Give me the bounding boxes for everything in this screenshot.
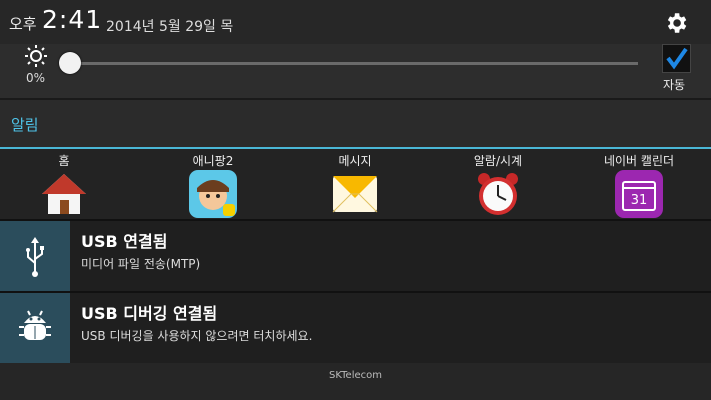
app-label: 애니팡2 (192, 154, 234, 168)
app-shortcut-messages[interactable]: 메시지 (295, 149, 415, 219)
app-shortcut-naver-calendar[interactable]: 네이버 캘린더 31 (579, 149, 699, 219)
message-icon (332, 176, 378, 213)
alerts-label: 알림 (11, 116, 39, 134)
notification-usb-connected[interactable]: USB 연결됨 미디어 파일 전송(MTP) (0, 221, 711, 291)
notification-subtitle: USB 디버깅을 사용하지 않으려면 터치하세요. (81, 329, 313, 343)
alarm-clock-icon (478, 173, 518, 215)
notification-title: USB 연결됨 (81, 232, 168, 251)
date-label: 2014년 5월 29일 목 (106, 19, 234, 35)
notification-icon-box (0, 221, 70, 291)
debug-bug-icon (19, 310, 51, 340)
notification-subtitle: 미디어 파일 전송(MTP) (81, 257, 201, 271)
brightness-sun-icon (25, 45, 47, 67)
brightness-slider-thumb[interactable] (59, 52, 81, 74)
home-icon (42, 174, 86, 214)
settings-gear-icon[interactable] (663, 10, 689, 36)
auto-brightness-checkbox[interactable] (662, 44, 691, 73)
notification-usb-debugging[interactable]: USB 디버깅 연결됨 USB 디버깅을 사용하지 않으려면 터치하세요. (0, 293, 711, 363)
notification-title: USB 디버깅 연결됨 (81, 304, 218, 323)
brightness-slider-track[interactable] (70, 62, 638, 65)
usb-icon (26, 237, 44, 277)
calendar-day: 31 (631, 193, 648, 208)
checkmark-icon (666, 47, 688, 70)
app-shortcut-alarm-clock[interactable]: 알람/시계 (438, 149, 558, 219)
brightness-percent: 0% (26, 71, 46, 85)
notification-icon-box (0, 293, 70, 363)
auto-brightness-label: 자동 (663, 78, 686, 92)
anipang-icon (189, 170, 237, 218)
app-label: 알람/시계 (473, 154, 523, 168)
status-header: 오후 2:41 2014년 5월 29일 목 (0, 0, 711, 44)
app-label: 홈 (58, 154, 70, 168)
app-shortcut-anipang2[interactable]: 애니팡2 (153, 149, 273, 219)
app-shortcut-home[interactable]: 홈 (4, 149, 124, 219)
brightness-bar: 0% 자동 (0, 44, 711, 100)
alerts-section-header: 알림 (0, 100, 711, 149)
clock-time: 2:41 (42, 5, 103, 34)
app-label: 네이버 캘린더 (603, 154, 675, 168)
app-label: 메시지 (338, 154, 372, 168)
calendar-icon: 31 (615, 170, 663, 218)
ampm-label: 오후 (9, 15, 37, 33)
carrier-label: SKTelecom (329, 370, 382, 381)
quick-app-row: 홈 애니팡2 메시지 알람/시계 네이버 캘린더 31 (0, 149, 711, 219)
